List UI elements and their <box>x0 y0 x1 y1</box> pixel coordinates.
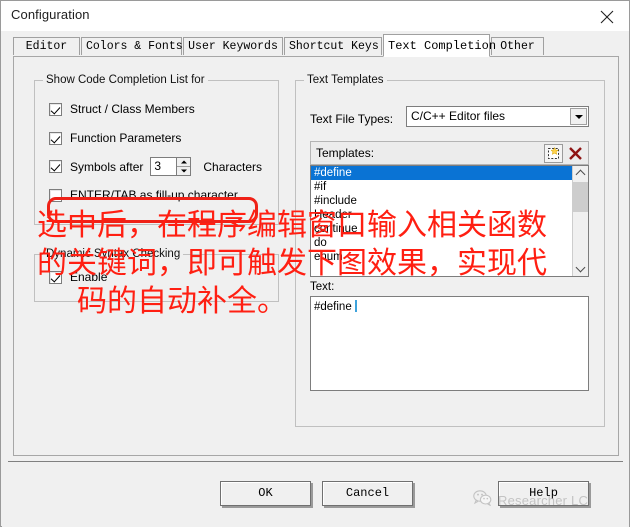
scroll-down-button[interactable] <box>573 261 588 276</box>
list-item[interactable]: continue <box>311 222 588 236</box>
checkbox-box[interactable] <box>49 188 62 202</box>
templates-listbox[interactable]: #define #if #include Header continue do … <box>310 165 589 277</box>
checkbox-box[interactable] <box>49 102 62 116</box>
chevron-up-icon <box>180 160 187 164</box>
dialog-button-bar: OK Cancel Help <box>2 461 629 527</box>
checkbox-label: Function Parameters <box>70 131 182 145</box>
checkbox-struct-class-members[interactable]: Struct / Class Members <box>49 102 195 116</box>
tab-label: User Keywords <box>188 40 278 53</box>
delete-template-icon <box>569 147 582 160</box>
group-title: Dynamic Syntax Checking <box>43 248 184 260</box>
list-item[interactable]: #define <box>311 166 588 180</box>
dialog-body: Editor Colors & Fonts User Keywords Shor… <box>2 31 629 527</box>
help-button[interactable]: Help <box>498 481 589 506</box>
list-item[interactable]: do <box>311 236 588 250</box>
configuration-window: Configuration Editor Colors & Fonts User… <box>0 0 630 527</box>
text-file-types-value: C/C++ Editor files <box>411 109 506 123</box>
tab-colors-and-fonts[interactable]: Colors & Fonts <box>81 37 183 55</box>
symbols-after-suffix-label: Characters <box>203 159 263 174</box>
ok-button[interactable]: OK <box>220 481 311 506</box>
tab-editor[interactable]: Editor <box>13 37 80 55</box>
tab-label: Shortcut Keys <box>289 40 379 53</box>
symbols-after-stepper[interactable]: 3 <box>150 157 192 176</box>
checkbox-enable-syntax-checking[interactable]: Enable <box>49 270 107 284</box>
template-text-value: #define <box>314 301 355 313</box>
checkbox-enter-tab-fillup[interactable]: ENTER/TAB as fill-up character <box>49 188 238 202</box>
text-caret <box>354 300 357 312</box>
tab-label: Colors & Fonts <box>86 40 183 53</box>
checkbox-symbols-after[interactable]: Symbols after 3 Characters <box>49 157 262 176</box>
scrollbar-thumb[interactable] <box>573 182 588 212</box>
checkbox-label: ENTER/TAB as fill-up character <box>70 188 238 202</box>
checkbox-box[interactable] <box>49 131 62 145</box>
chevron-down-icon <box>180 169 187 173</box>
list-item[interactable]: Header <box>311 208 588 222</box>
templates-label: Templates: <box>316 146 375 160</box>
templates-list-scrollbar[interactable] <box>572 166 588 276</box>
text-file-types-label: Text File Types: <box>310 112 394 126</box>
checkbox-function-parameters[interactable]: Function Parameters <box>49 131 181 145</box>
close-button[interactable] <box>585 1 629 30</box>
stepper-down-button[interactable] <box>177 166 191 175</box>
checkbox-label: Enable <box>70 270 108 284</box>
delete-template-button[interactable] <box>566 144 585 163</box>
tab-shortcut-keys[interactable]: Shortcut Keys <box>284 37 382 55</box>
list-item[interactable]: #if <box>311 180 588 194</box>
tab-other[interactable]: Other <box>491 37 544 55</box>
tab-page-text-completion: Show Code Completion List for Struct / C… <box>13 56 619 456</box>
chevron-down-icon[interactable] <box>570 108 587 125</box>
window-title: Configuration <box>11 7 90 22</box>
checkbox-label: Struct / Class Members <box>70 102 195 116</box>
group-title: Show Code Completion List for <box>43 74 208 86</box>
text-label: Text: <box>310 281 335 293</box>
tab-user-keywords[interactable]: User Keywords <box>183 37 283 55</box>
template-text-editor[interactable]: #define <box>310 296 589 391</box>
new-template-button[interactable] <box>544 144 563 163</box>
symbols-after-input[interactable]: 3 <box>150 157 177 176</box>
list-item[interactable]: #include <box>311 194 588 208</box>
cancel-button[interactable]: Cancel <box>322 481 413 506</box>
checkbox-box[interactable] <box>49 270 62 284</box>
tab-label: Other <box>500 40 535 53</box>
list-item[interactable]: enum <box>311 250 588 264</box>
template-text-line: #define <box>314 300 357 313</box>
scroll-up-button[interactable] <box>573 166 588 181</box>
checkbox-box[interactable] <box>49 160 62 173</box>
chevron-down-icon <box>575 262 586 273</box>
title-bar: Configuration <box>1 1 629 31</box>
stepper-up-button[interactable] <box>177 158 190 166</box>
checkbox-label: Symbols after <box>70 159 144 174</box>
tab-text-completion[interactable]: Text Completion <box>383 34 496 57</box>
text-file-types-dropdown[interactable]: C/C++ Editor files <box>406 106 589 127</box>
chevron-up-icon <box>575 169 586 180</box>
stepper-buttons[interactable] <box>176 157 192 176</box>
group-dynamic-syntax-checking: Dynamic Syntax Checking Enable <box>34 248 279 302</box>
tab-strip: Editor Colors & Fonts User Keywords Shor… <box>13 34 619 57</box>
separator <box>8 461 623 462</box>
tab-label: Text Completion <box>388 39 497 53</box>
new-template-icon <box>548 146 559 159</box>
tab-label: Editor <box>25 40 68 53</box>
templates-toolbar: Templates: <box>310 141 589 165</box>
group-text-templates: Text Templates Text File Types: C/C++ Ed… <box>295 74 605 427</box>
group-title: Text Templates <box>304 74 387 86</box>
group-show-code-completion-list: Show Code Completion List for Struct / C… <box>34 74 279 225</box>
